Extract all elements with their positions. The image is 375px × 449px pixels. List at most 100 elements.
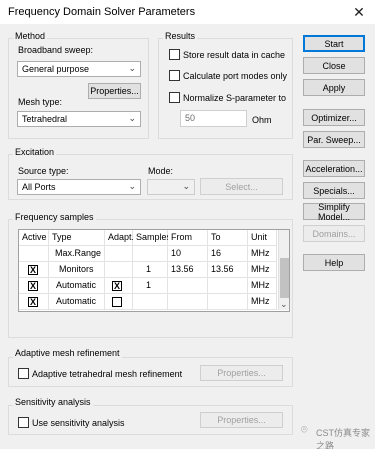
- unit-cell[interactable]: MHz: [248, 246, 277, 262]
- chevron-down-icon: ⌄: [128, 113, 136, 123]
- impedance-input[interactable]: 50: [180, 110, 247, 127]
- source-type-value: All Ports: [22, 182, 56, 192]
- table-row[interactable]: Max.Range 10 16 MHz: [19, 246, 277, 262]
- select-button[interactable]: Select...: [200, 178, 283, 195]
- apply-button[interactable]: Apply: [303, 79, 365, 96]
- chevron-down-icon: ⌄: [128, 181, 136, 191]
- adapt-checkbox[interactable]: X: [112, 281, 122, 291]
- store-cache-checkbox[interactable]: [169, 49, 180, 60]
- samples-cell[interactable]: [133, 294, 168, 310]
- close-button[interactable]: Close: [303, 57, 365, 74]
- samples-cell[interactable]: [133, 246, 168, 262]
- chevron-down-icon[interactable]: ⌄: [280, 299, 288, 310]
- unit-cell[interactable]: MHz: [248, 294, 277, 310]
- mesh-type-value: Tetrahedral: [22, 114, 68, 124]
- column-header-active[interactable]: Active: [19, 230, 49, 246]
- help-button[interactable]: Help: [303, 254, 365, 271]
- column-header-from[interactable]: From: [168, 230, 208, 246]
- unit-cell[interactable]: MHz: [248, 278, 277, 294]
- wechat-icon: ⌾: [301, 424, 308, 436]
- chevron-down-icon: ⌄: [182, 181, 190, 191]
- table-row[interactable]: X Monitors 1 13.56 13.56 MHz: [19, 262, 277, 278]
- from-cell[interactable]: 10: [168, 246, 208, 262]
- adaptive-properties-button[interactable]: Properties...: [200, 365, 283, 381]
- column-header-samples[interactable]: Samples: [133, 230, 171, 246]
- column-header-type[interactable]: Type: [49, 230, 105, 246]
- adapt-cell[interactable]: [105, 294, 133, 310]
- adaptive-mesh-checkbox-label: Adaptive tetrahedral mesh refinement: [32, 369, 183, 379]
- column-header-adapt[interactable]: Adapt.: [105, 230, 134, 246]
- table-row[interactable]: X Automatic MHz: [19, 294, 277, 310]
- scrollbar-thumb[interactable]: [280, 258, 289, 298]
- results-group-label: Results: [163, 31, 198, 41]
- adaptive-mesh-checkbox[interactable]: [18, 368, 29, 379]
- broadband-select[interactable]: General purpose ⌄: [17, 61, 141, 77]
- samples-cell[interactable]: 1: [133, 278, 168, 294]
- domains-button[interactable]: Domains...: [303, 225, 365, 242]
- frequency-table: Active Type Adapt. Samples From To Unit …: [18, 229, 290, 312]
- excitation-group-label: Excitation: [13, 147, 57, 157]
- type-cell[interactable]: Automatic: [49, 278, 105, 294]
- adapt-checkbox[interactable]: [112, 297, 122, 307]
- acceleration-button[interactable]: Acceleration...: [303, 160, 365, 177]
- par-sweep-button[interactable]: Par. Sweep...: [303, 131, 365, 148]
- sensitivity-checkbox-label: Use sensitivity analysis: [32, 418, 125, 428]
- close-icon[interactable]: ✕: [346, 2, 372, 22]
- watermark-text: CST仿真专家之路: [316, 428, 371, 449]
- column-header-unit[interactable]: Unit: [248, 230, 277, 246]
- sensitivity-properties-button[interactable]: Properties...: [200, 412, 283, 428]
- calc-port-modes-checkbox[interactable]: [169, 70, 180, 81]
- adapt-cell[interactable]: [105, 246, 133, 262]
- mesh-type-select[interactable]: Tetrahedral ⌄: [17, 111, 141, 127]
- adapt-cell[interactable]: [105, 262, 133, 278]
- specials-button[interactable]: Specials...: [303, 182, 365, 199]
- title-bar: Frequency Domain Solver Parameters ✕: [0, 0, 375, 24]
- type-cell[interactable]: Monitors: [49, 262, 105, 278]
- adaptive-mesh-label: Adaptive mesh refinement: [13, 348, 122, 358]
- table-scrollbar[interactable]: ⌄: [278, 230, 289, 310]
- store-cache-label: Store result data in cache: [183, 50, 286, 60]
- unit-cell[interactable]: MHz: [248, 262, 277, 278]
- type-cell[interactable]: Automatic: [49, 294, 105, 310]
- sensitivity-label: Sensitivity analysis: [13, 397, 93, 407]
- optimizer-button[interactable]: Optimizer...: [303, 109, 365, 126]
- mode-select[interactable]: ⌄: [147, 179, 195, 195]
- adapt-cell[interactable]: X: [105, 278, 133, 294]
- samples-cell[interactable]: 1: [133, 262, 168, 278]
- type-cell[interactable]: Max.Range: [49, 246, 105, 262]
- table-row[interactable]: X Automatic X 1 MHz: [19, 278, 277, 294]
- chevron-down-icon: ⌄: [128, 63, 136, 73]
- from-cell[interactable]: [168, 294, 208, 310]
- from-cell[interactable]: [168, 278, 208, 294]
- normalize-checkbox[interactable]: [169, 92, 180, 103]
- active-checkbox[interactable]: X: [28, 281, 38, 291]
- method-properties-button[interactable]: Properties...: [88, 83, 141, 99]
- active-cell[interactable]: X: [19, 262, 49, 278]
- sensitivity-checkbox[interactable]: [18, 417, 29, 428]
- start-button[interactable]: Start: [303, 35, 365, 52]
- method-group-label: Method: [13, 31, 48, 41]
- column-header-to[interactable]: To: [208, 230, 248, 246]
- impedance-unit: Ohm: [252, 115, 272, 125]
- to-cell[interactable]: 16: [208, 246, 248, 262]
- window-title: Frequency Domain Solver Parameters: [8, 6, 196, 18]
- from-cell[interactable]: 13.56: [168, 262, 208, 278]
- active-cell[interactable]: [19, 246, 49, 262]
- broadband-label: Broadband sweep:: [18, 45, 94, 55]
- source-type-label: Source type:: [18, 166, 69, 176]
- frequency-samples-label: Frequency samples: [13, 212, 96, 222]
- mesh-type-label: Mesh type:: [18, 97, 63, 107]
- source-type-select[interactable]: All Ports ⌄: [17, 179, 141, 195]
- to-cell[interactable]: [208, 294, 248, 310]
- active-checkbox[interactable]: X: [28, 265, 38, 275]
- active-checkbox[interactable]: X: [28, 297, 38, 307]
- table-header-row: Active Type Adapt. Samples From To Unit: [19, 230, 277, 246]
- active-cell[interactable]: X: [19, 278, 49, 294]
- active-cell[interactable]: X: [19, 294, 49, 310]
- calc-port-modes-label: Calculate port modes only: [183, 71, 288, 81]
- simplify-model-button[interactable]: Simplify Model...: [303, 202, 365, 222]
- to-cell[interactable]: [208, 278, 248, 294]
- broadband-value: General purpose: [22, 64, 90, 74]
- normalize-label: Normalize S-parameter to: [183, 93, 287, 103]
- to-cell[interactable]: 13.56: [208, 262, 248, 278]
